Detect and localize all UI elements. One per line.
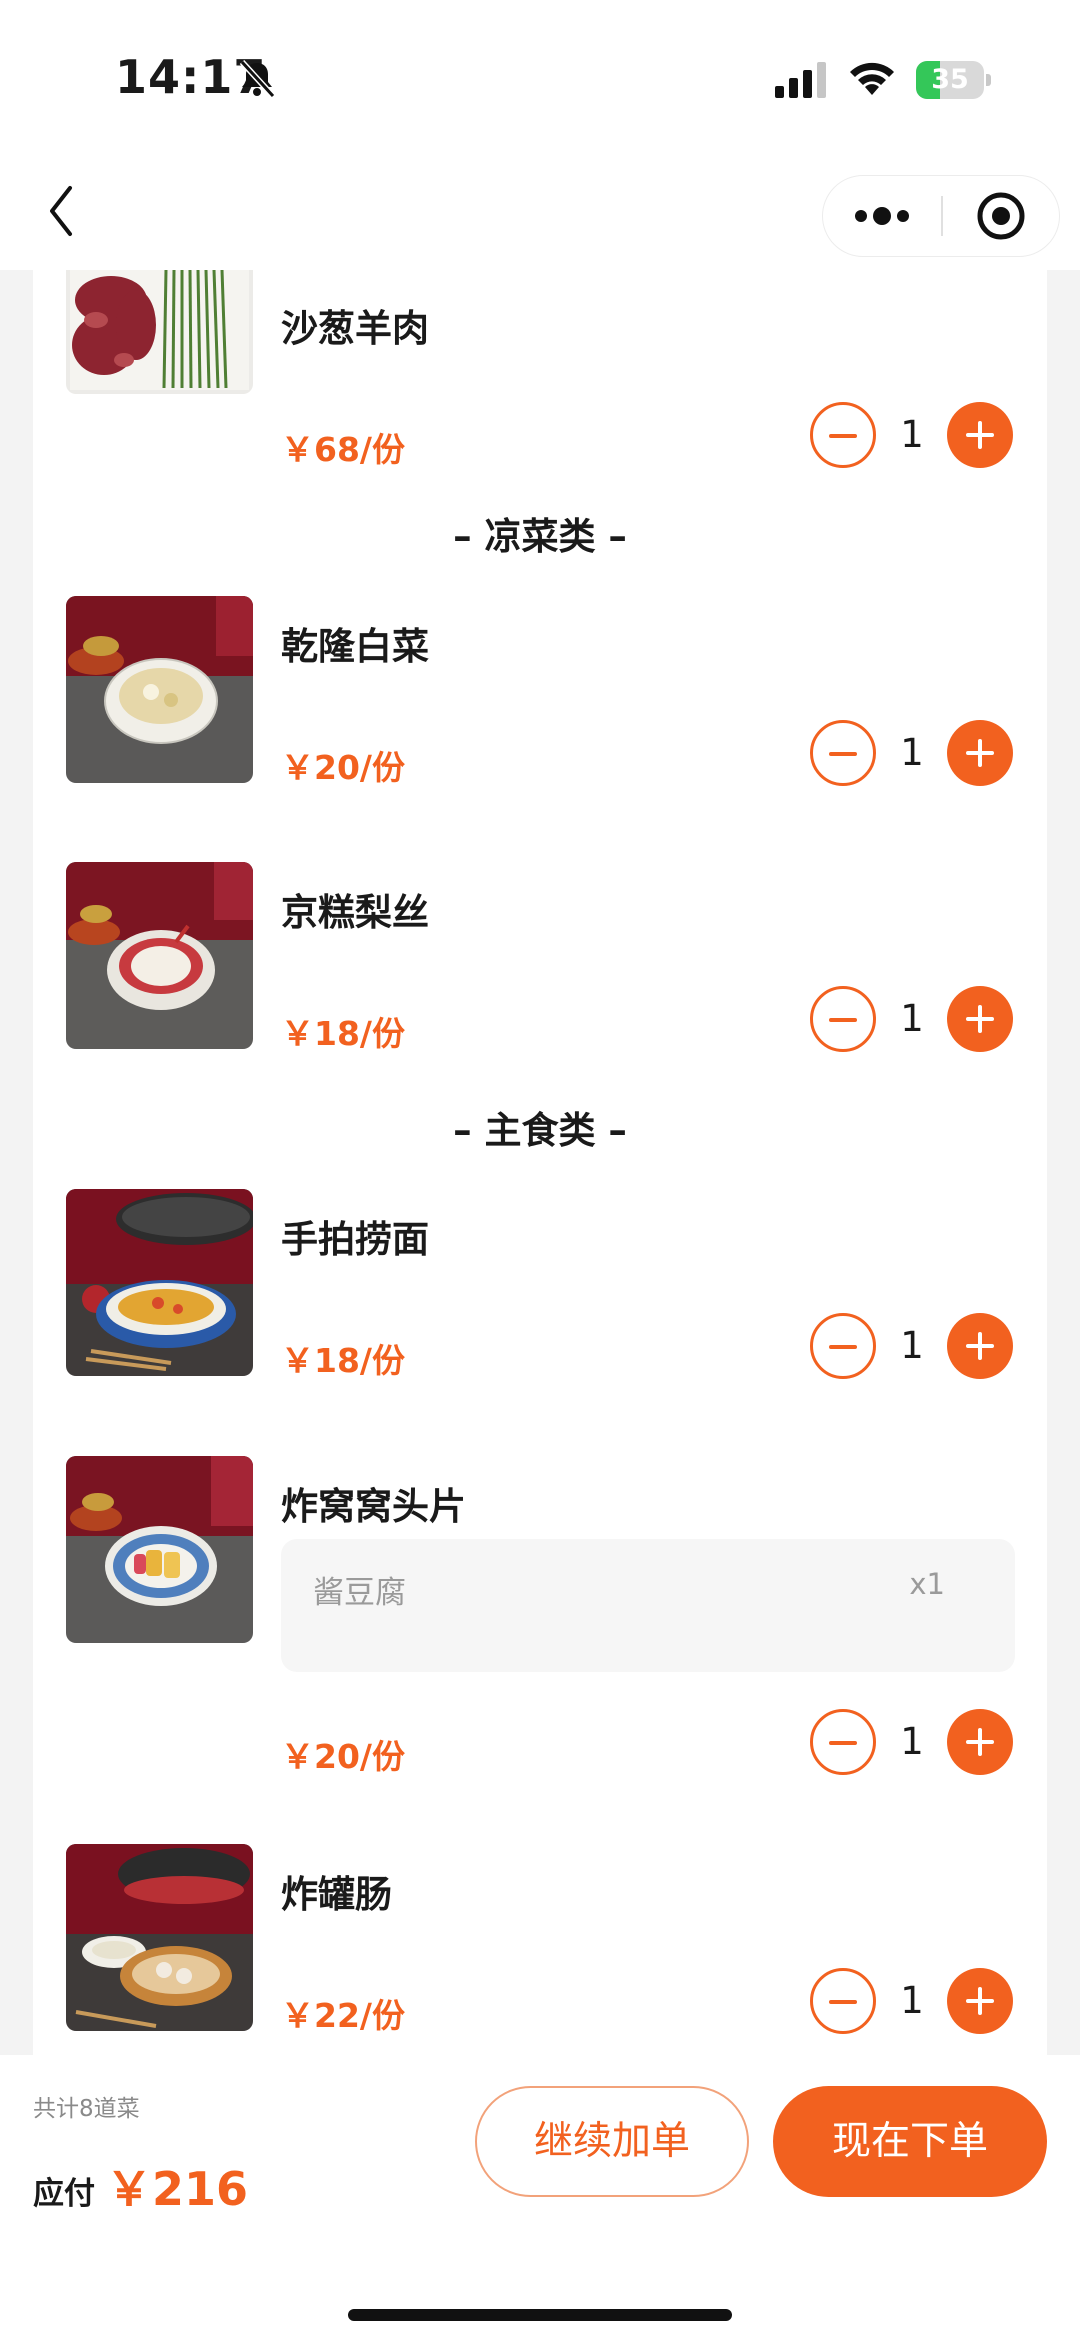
battery-charging-icon: 35 bbox=[916, 61, 991, 99]
pay-label: 应付 bbox=[33, 2176, 95, 2212]
dish-name: 乾隆白菜 bbox=[281, 625, 429, 668]
increase-button[interactable] bbox=[947, 986, 1013, 1052]
option-qty: x1 bbox=[909, 1567, 945, 1601]
increase-button[interactable] bbox=[947, 720, 1013, 786]
home-indicator[interactable] bbox=[348, 2309, 732, 2321]
dish-name: 炸罐肠 bbox=[281, 1873, 392, 1916]
quantity-stepper: 1 bbox=[810, 1709, 1047, 1777]
dish-image[interactable] bbox=[66, 270, 253, 394]
quantity-stepper: 1 bbox=[810, 1313, 1047, 1381]
increase-button[interactable] bbox=[947, 1709, 1013, 1775]
quantity-value: 1 bbox=[900, 731, 924, 774]
dish-name: 手拍捞面 bbox=[281, 1218, 429, 1261]
dish-item: 炸罐肠 ￥22/份 1 bbox=[33, 1844, 1047, 2055]
dish-price: ￥18/份 bbox=[281, 1014, 405, 1053]
dish-price: ￥20/份 bbox=[281, 1737, 405, 1776]
dish-item: 手拍捞面 ￥18/份 1 bbox=[33, 1189, 1047, 1419]
quantity-value: 1 bbox=[900, 413, 924, 456]
quantity-stepper: 1 bbox=[810, 1968, 1047, 2036]
dish-item: 京糕梨丝 ￥18/份 1 bbox=[33, 862, 1047, 1092]
decrease-button[interactable] bbox=[810, 986, 876, 1052]
quantity-value: 1 bbox=[900, 1324, 924, 1367]
decrease-button[interactable] bbox=[810, 1709, 876, 1775]
dish-image[interactable] bbox=[66, 596, 253, 783]
nav-bar bbox=[0, 160, 1080, 270]
dish-name: 沙葱羊肉 bbox=[281, 307, 429, 350]
quantity-value: 1 bbox=[900, 997, 924, 1040]
category-header-cold: – 凉菜类 – bbox=[453, 515, 627, 558]
quantity-stepper: 1 bbox=[810, 986, 1047, 1054]
decrease-button[interactable] bbox=[810, 1968, 876, 2034]
dish-image[interactable] bbox=[66, 1844, 253, 2031]
quantity-stepper: 1 bbox=[810, 720, 1047, 788]
dish-image[interactable] bbox=[66, 1456, 253, 1643]
dish-image[interactable] bbox=[66, 862, 253, 1049]
mini-program-capsule bbox=[822, 175, 1060, 257]
category-header-staple: – 主食类 – bbox=[453, 1109, 627, 1152]
increase-button[interactable] bbox=[947, 402, 1013, 468]
signal-icon bbox=[775, 62, 826, 98]
quantity-value: 1 bbox=[900, 1720, 924, 1763]
status-bar: 14:17 35 bbox=[0, 0, 1080, 160]
back-icon[interactable] bbox=[40, 180, 84, 242]
dish-item: 乾隆白菜 ￥20/份 1 bbox=[33, 596, 1047, 826]
dish-image[interactable] bbox=[66, 1189, 253, 1376]
selected-option: 酱豆腐 x1 bbox=[281, 1539, 1015, 1672]
wifi-icon bbox=[850, 62, 894, 95]
option-name: 酱豆腐 bbox=[313, 1575, 406, 1611]
checkout-bar: 共计8道菜 应付 ￥216 继续加单 现在下单 bbox=[0, 2055, 1080, 2341]
pay-amount: ￥216 bbox=[106, 2162, 249, 2216]
dish-price: ￥20/份 bbox=[281, 748, 405, 787]
dish-price: ￥18/份 bbox=[281, 1341, 405, 1380]
dish-price: ￥22/份 bbox=[281, 1996, 405, 2035]
more-icon[interactable] bbox=[823, 176, 941, 256]
dish-name: 京糕梨丝 bbox=[281, 891, 429, 934]
decrease-button[interactable] bbox=[810, 720, 876, 786]
dish-price: ￥68/份 bbox=[281, 430, 405, 469]
increase-button[interactable] bbox=[947, 1968, 1013, 2034]
dish-name: 炸窝窝头片 bbox=[281, 1485, 466, 1528]
bell-off-icon bbox=[239, 59, 276, 99]
increase-button[interactable] bbox=[947, 1313, 1013, 1379]
decrease-button[interactable] bbox=[810, 402, 876, 468]
place-order-button[interactable]: 现在下单 bbox=[773, 2086, 1047, 2197]
dish-count: 共计8道菜 bbox=[33, 2096, 140, 2122]
continue-ordering-button[interactable]: 继续加单 bbox=[475, 2086, 749, 2197]
quantity-stepper: 1 bbox=[810, 402, 1047, 470]
decrease-button[interactable] bbox=[810, 1313, 876, 1379]
quantity-value: 1 bbox=[900, 1979, 924, 2022]
dish-item: 沙葱羊肉 ￥68/份 1 bbox=[33, 270, 1047, 470]
battery-level: 35 bbox=[931, 64, 969, 95]
close-target-icon[interactable] bbox=[943, 176, 1059, 256]
order-list[interactable]: 沙葱羊肉 ￥68/份 1 – 凉菜类 – 乾隆白菜 ￥20/份 1 京糕梨丝 ￥… bbox=[33, 270, 1047, 2055]
dish-item: 炸窝窝头片 酱豆腐 x1 ￥20/份 1 bbox=[33, 1456, 1047, 1816]
